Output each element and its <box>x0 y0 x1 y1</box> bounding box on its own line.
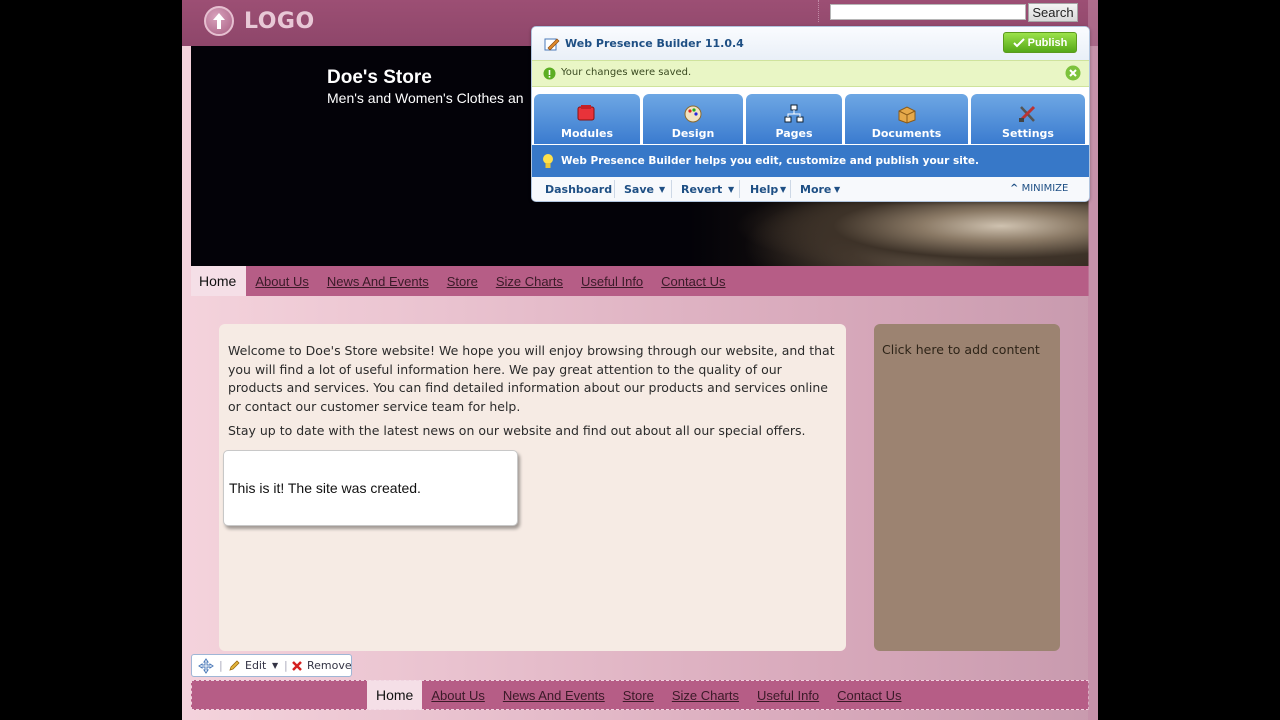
double-chevron-up-icon: ^ <box>1010 183 1019 194</box>
builder-tabs: Modules Design Pages Documents Settings <box>532 94 1089 144</box>
nav-size-charts[interactable]: Size Charts <box>487 266 572 296</box>
builder-panel: Web Presence Builder 11.0.4 Publish Your… <box>531 26 1090 202</box>
menu-help[interactable]: Help <box>750 183 778 196</box>
remove-label: Remove <box>307 659 352 672</box>
sidebar-add-content-link[interactable]: Click here to add content <box>882 342 1040 357</box>
success-icon <box>543 67 556 80</box>
more-dropdown-caret[interactable]: ▼ <box>834 185 840 194</box>
nav-store[interactable]: Store <box>438 266 487 296</box>
callout-text: This is it! The site was created. <box>229 480 421 496</box>
tab-modules[interactable]: Modules <box>534 94 640 144</box>
tab-settings[interactable]: Settings <box>971 94 1085 144</box>
publish-label: Publish <box>1027 36 1068 49</box>
remove-button[interactable]: Remove <box>291 655 352 676</box>
footer-nav-useful-info[interactable]: Useful Info <box>748 680 828 710</box>
tab-documents-label: Documents <box>871 127 942 140</box>
search-button[interactable]: Search <box>1028 3 1078 22</box>
edit-dropdown-caret[interactable]: ▼ <box>272 655 278 676</box>
sidebar-content-area[interactable]: Click here to add content <box>874 324 1060 651</box>
tab-documents[interactable]: Documents <box>845 94 968 144</box>
check-icon <box>1012 37 1025 47</box>
builder-info-text: Web Presence Builder helps you edit, cus… <box>561 155 979 167</box>
edit-button[interactable]: Edit <box>228 655 266 676</box>
store-title: Doe's Store <box>327 67 432 88</box>
menu-more[interactable]: More <box>800 183 831 196</box>
header-divider <box>818 0 820 22</box>
search-input[interactable] <box>830 4 1026 20</box>
nav-news-and-events[interactable]: News And Events <box>318 266 438 296</box>
builder-logo-icon <box>544 38 560 51</box>
help-dropdown-caret[interactable]: ▼ <box>780 185 786 194</box>
nav-contact-us[interactable]: Contact Us <box>652 266 734 296</box>
edit-label: Edit <box>245 659 267 672</box>
minimize-label: MINIMIZE <box>1021 183 1069 194</box>
tab-modules-label: Modules <box>561 127 613 140</box>
pages-sitemap-icon <box>784 104 804 123</box>
menu-dashboard[interactable]: Dashboard <box>545 183 612 196</box>
footer-nav-store[interactable]: Store <box>614 680 663 710</box>
logo-text: LOGO <box>244 9 315 34</box>
tab-pages[interactable]: Pages <box>746 94 842 144</box>
move-handle-icon[interactable] <box>198 655 214 676</box>
footer-nav-size-charts[interactable]: Size Charts <box>663 680 748 710</box>
tab-design[interactable]: Design <box>643 94 743 144</box>
element-edit-toolbar: | Edit ▼ | Remove <box>191 654 352 677</box>
nav-about-us[interactable]: About Us <box>246 266 317 296</box>
tab-pages-label: Pages <box>775 127 813 140</box>
store-subtitle: Men's and Women's Clothes an <box>327 90 524 106</box>
footer-navigation: Home About Us News And Events Store Size… <box>191 680 1089 710</box>
modules-icon <box>577 105 595 121</box>
builder-title: Web Presence Builder 11.0.4 <box>565 37 744 50</box>
red-x-icon <box>292 660 302 671</box>
publish-button[interactable]: Publish <box>1003 32 1077 53</box>
tab-settings-label: Settings <box>1002 127 1054 140</box>
builder-header: Web Presence Builder 11.0.4 Publish <box>532 27 1089 60</box>
builder-menu-bar: Dashboard Save ▼ Revert ▼ Help ▼ More ▼ … <box>532 177 1089 201</box>
tab-design-label: Design <box>671 127 715 140</box>
main-content-area[interactable]: Welcome to Doe's Store website! We hope … <box>219 324 846 651</box>
pencil-icon <box>229 660 240 671</box>
menu-revert[interactable]: Revert <box>681 183 722 196</box>
saved-notice-bar: Your changes were saved. <box>532 60 1089 87</box>
nav-home[interactable]: Home <box>191 266 247 296</box>
callout-box[interactable]: This is it! The site was created. <box>223 450 518 526</box>
settings-tools-icon <box>1019 105 1036 122</box>
lightbulb-icon <box>543 154 553 168</box>
footer-nav-about-us[interactable]: About Us <box>422 680 493 710</box>
save-dropdown-caret[interactable]: ▼ <box>659 185 665 194</box>
news-paragraph: Stay up to date with the latest news on … <box>228 423 806 438</box>
close-notice-icon[interactable] <box>1065 65 1081 81</box>
footer-nav-home[interactable]: Home <box>367 680 423 710</box>
nav-useful-info[interactable]: Useful Info <box>572 266 652 296</box>
footer-nav-news-and-events[interactable]: News And Events <box>494 680 614 710</box>
builder-info-bar: Web Presence Builder helps you edit, cus… <box>532 145 1089 177</box>
notice-text: Your changes were saved. <box>561 67 692 78</box>
revert-dropdown-caret[interactable]: ▼ <box>728 185 734 194</box>
documents-box-icon <box>898 106 915 124</box>
design-palette-icon <box>684 105 702 123</box>
welcome-paragraph: Welcome to Doe's Store website! We hope … <box>228 343 835 414</box>
main-navigation: Home About Us News And Events Store Size… <box>191 266 1089 296</box>
menu-save[interactable]: Save <box>624 183 654 196</box>
logo-arrow-icon <box>204 6 234 36</box>
minimize-button[interactable]: ^ MINIMIZE <box>1010 183 1068 194</box>
footer-nav-contact-us[interactable]: Contact Us <box>828 680 910 710</box>
